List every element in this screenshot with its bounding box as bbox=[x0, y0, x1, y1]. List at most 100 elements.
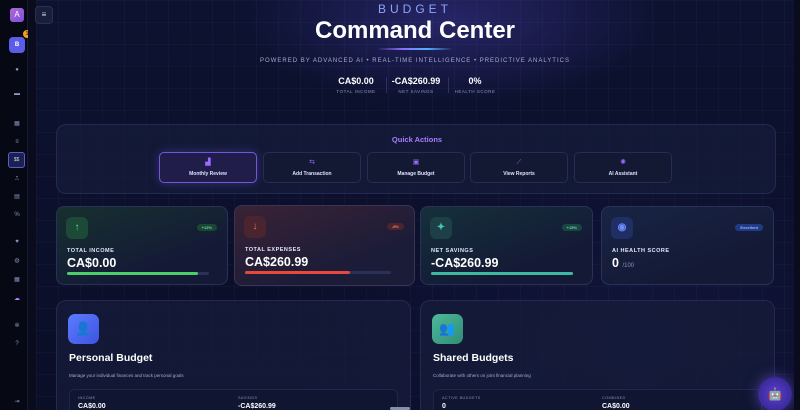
globe-icon[interactable]: ◍ bbox=[10, 255, 24, 267]
sidebar: A B 1 ● ▬ ▦ ≡ $$ ⎍ ▤ % ♥ ◍ ▦ ☁ ✲ ? ⇥ bbox=[0, 0, 31, 410]
avatar[interactable]: B bbox=[9, 37, 25, 53]
help-icon[interactable]: ? bbox=[10, 338, 24, 350]
sidebar-item-active[interactable]: $$ bbox=[8, 152, 25, 168]
quick-actions-panel: Quick Actions ▟ Monthly Review ⇆ Add Tra… bbox=[56, 124, 776, 194]
stat-label: SAVINGS bbox=[238, 396, 258, 400]
button-label: View Reports bbox=[503, 171, 535, 177]
savings-progress-bar bbox=[431, 272, 573, 275]
card-label: TOTAL INCOME bbox=[67, 248, 115, 254]
grid-icon[interactable]: ▦ bbox=[10, 274, 24, 286]
wallet-icon[interactable]: ▬ bbox=[10, 88, 24, 100]
stat-value: 0 bbox=[442, 403, 446, 410]
health-score-suffix: /100 bbox=[622, 263, 635, 269]
list-icon[interactable]: ≡ bbox=[10, 136, 24, 148]
hero-stat-health: 0% HEALTH SCORE bbox=[452, 76, 498, 94]
button-label: Add Transaction bbox=[292, 171, 332, 177]
card-value: CA$260.99 bbox=[245, 255, 309, 269]
progress-track bbox=[431, 272, 573, 275]
app-logo[interactable]: A bbox=[10, 8, 24, 22]
panel-description: Collaborate with others on joint financi… bbox=[433, 373, 531, 378]
stat-divider bbox=[386, 77, 387, 93]
panel-title: Personal Budget bbox=[69, 352, 153, 364]
arrow-up-icon: ↑ bbox=[66, 217, 88, 239]
button-label: Monthly Review bbox=[189, 171, 227, 177]
button-label: Manage Budget bbox=[397, 171, 435, 177]
home-icon[interactable]: ● bbox=[10, 64, 24, 76]
income-progress-bar bbox=[67, 272, 198, 275]
ai-assistant-button[interactable]: ✺ AI Assistant bbox=[574, 152, 672, 183]
card-label: TOTAL EXPENSES bbox=[245, 247, 301, 253]
progress-track bbox=[67, 272, 209, 275]
stat-label: ACTIVE BUDGETS bbox=[442, 396, 481, 400]
page-title: Command Center bbox=[314, 17, 516, 44]
progress-track bbox=[245, 271, 391, 274]
vertical-scrollbar[interactable] bbox=[794, 0, 800, 410]
total-income-card[interactable]: ↑ +12% TOTAL INCOME CA$0.00 bbox=[56, 206, 228, 285]
line-chart-icon: ⟋ bbox=[516, 159, 522, 166]
hero-subtitle: POWERED BY ADVANCED AI • REAL-TIME INTEL… bbox=[260, 58, 570, 64]
stat-label: COMBINED bbox=[602, 396, 626, 400]
stat-value: CA$0.00 bbox=[78, 403, 106, 410]
quick-actions-title: Quick Actions bbox=[391, 135, 443, 144]
hero-stat-label: NET SAVINGS bbox=[398, 89, 434, 94]
card-value: CA$0.00 bbox=[67, 256, 117, 270]
card-value: 0 /100 bbox=[612, 256, 634, 270]
shared-budgets-panel[interactable]: 👥 Shared Budgets Collaborate with others… bbox=[420, 300, 775, 410]
sidebar-edge bbox=[28, 0, 36, 410]
stat-value: -CA$260.99 bbox=[238, 403, 276, 410]
hero-stat-income: CA$0.00 TOTAL INCOME bbox=[330, 76, 382, 94]
cloud-icon[interactable]: ☁ bbox=[10, 293, 24, 305]
swap-icon: ⇆ bbox=[309, 159, 315, 166]
bar-chart-icon: ▟ bbox=[205, 159, 211, 166]
panel-title: Shared Budgets bbox=[433, 352, 514, 364]
view-reports-button[interactable]: ⟋ View Reports bbox=[470, 152, 568, 183]
button-label: AI Assistant bbox=[608, 171, 638, 177]
gear-icon[interactable]: ✲ bbox=[10, 320, 24, 332]
brain-icon: ◉ bbox=[611, 217, 633, 239]
hero-stat-savings: -CA$260.99 NET SAVINGS bbox=[388, 76, 444, 94]
document-icon[interactable]: ▤ bbox=[10, 191, 24, 203]
trend-badge: -8% bbox=[386, 223, 404, 230]
title-underline bbox=[377, 48, 453, 50]
panel-description: Manage your individual finances and trac… bbox=[69, 373, 184, 378]
status-badge: Excellent bbox=[735, 224, 763, 231]
monthly-review-button[interactable]: ▟ Monthly Review bbox=[159, 152, 257, 183]
brain-icon: ✺ bbox=[620, 159, 626, 166]
ai-health-score-card[interactable]: ◉ Excellent AI HEALTH SCORE 0 /100 bbox=[601, 206, 774, 285]
ai-chat-button[interactable]: 🤖 bbox=[758, 377, 792, 410]
heart-icon[interactable]: ♥ bbox=[10, 236, 24, 248]
hero-stat-value: -CA$260.99 bbox=[391, 76, 441, 86]
logout-icon[interactable]: ⇥ bbox=[10, 396, 24, 408]
chart-icon[interactable]: ⎍ bbox=[10, 173, 24, 185]
health-score-value: 0 bbox=[612, 256, 619, 270]
hero-stat-value: CA$0.00 bbox=[338, 76, 374, 86]
hero-stat-label: TOTAL INCOME bbox=[336, 89, 376, 94]
stat-divider bbox=[448, 77, 449, 93]
calendar-icon[interactable]: ▦ bbox=[10, 118, 24, 130]
card-value: -CA$260.99 bbox=[431, 256, 499, 270]
manage-budget-button[interactable]: ▣ Manage Budget bbox=[367, 152, 465, 183]
personal-budget-panel[interactable]: 👤 Personal Budget Manage your individual… bbox=[56, 300, 411, 410]
net-savings-card[interactable]: ✦ +15% NET SAVINGS -CA$260.99 bbox=[420, 206, 593, 285]
trend-badge: +15% bbox=[561, 224, 582, 231]
add-transaction-button[interactable]: ⇆ Add Transaction bbox=[263, 152, 361, 183]
hero-kicker: BUDGET bbox=[377, 2, 452, 16]
wallet-icon: ▣ bbox=[412, 159, 420, 166]
users-icon: 👥 bbox=[432, 314, 463, 344]
card-label: AI HEALTH SCORE bbox=[612, 248, 670, 254]
percent-icon[interactable]: % bbox=[10, 209, 24, 221]
hero-stat-label: HEALTH SCORE bbox=[454, 89, 496, 94]
stat-label: INCOME bbox=[78, 396, 96, 400]
card-label: NET SAVINGS bbox=[431, 248, 474, 254]
total-expenses-card[interactable]: ↓ -8% TOTAL EXPENSES CA$260.99 bbox=[234, 205, 415, 286]
user-icon: 👤 bbox=[68, 314, 99, 344]
arrow-down-icon: ↓ bbox=[244, 216, 266, 238]
expenses-progress-bar bbox=[245, 271, 351, 274]
piggy-bank-icon: ✦ bbox=[430, 217, 452, 239]
panel-stats: ACTIVE BUDGETS 0 COMBINED CA$0.00 bbox=[433, 389, 762, 410]
menu-toggle-button[interactable]: ≡ bbox=[35, 6, 53, 24]
stat-value: CA$0.00 bbox=[602, 403, 630, 410]
hero-stat-value: 0% bbox=[468, 76, 482, 86]
panel-stats: INCOME CA$0.00 SAVINGS -CA$260.99 bbox=[69, 389, 398, 410]
trend-badge: +12% bbox=[196, 224, 217, 231]
